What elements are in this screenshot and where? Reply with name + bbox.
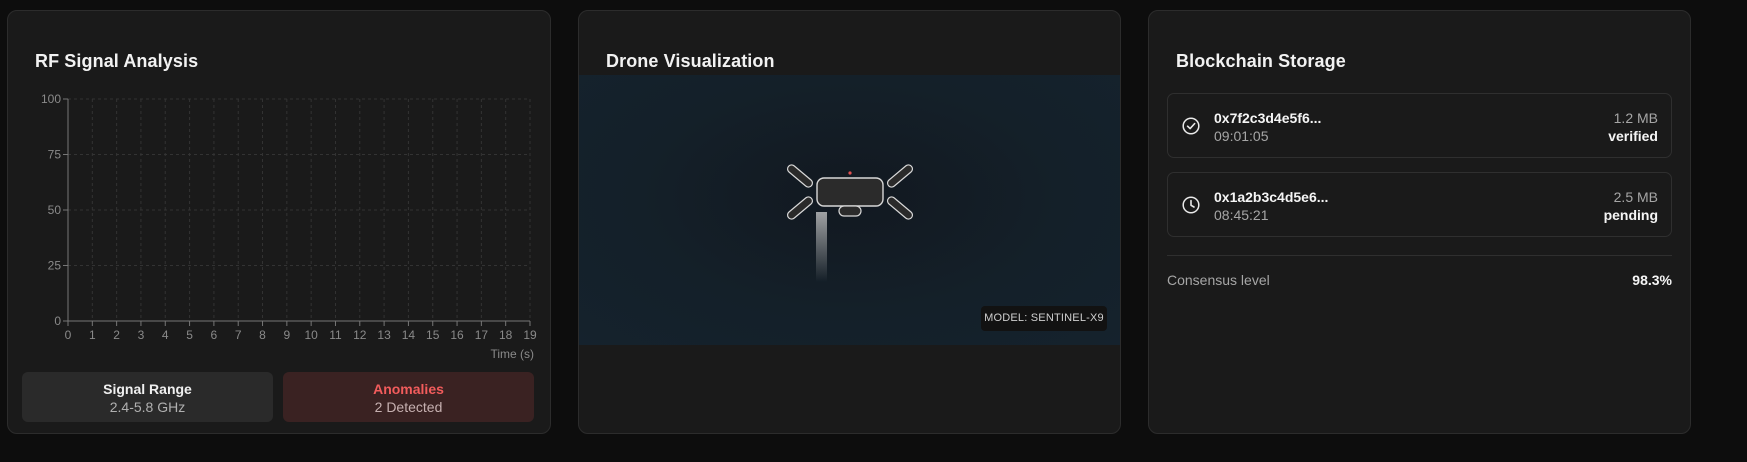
y-tick-label: 75	[48, 148, 62, 162]
drone-arm	[886, 196, 914, 220]
x-tick-label: 15	[426, 328, 440, 342]
rf-signal-card: RF Signal Analysis 0 25 50 75 100 0 1 2 3 4 5 6 7 8 9 1…	[7, 10, 551, 434]
block-size: 1.2 MB	[1613, 110, 1658, 126]
x-tick-label: 3	[138, 328, 145, 342]
y-tick-label: 50	[48, 203, 62, 217]
x-tick-label: 10	[304, 328, 318, 342]
anomalies-value: 2 Detected	[374, 399, 443, 415]
x-tick-label: 12	[353, 328, 367, 342]
block-size: 2.5 MB	[1613, 189, 1658, 205]
block-hash: 0x7f2c3d4e5f6...	[1214, 110, 1322, 126]
x-tick-label: 7	[235, 328, 242, 342]
anomalies-stat[interactable]: Anomalies 2 Detected	[283, 372, 534, 422]
drone-status-dot	[848, 171, 852, 175]
drone-arm	[886, 164, 914, 188]
y-tick-label: 0	[54, 314, 61, 328]
consensus-label: Consensus level	[1167, 272, 1270, 288]
x-axis-label: Time (s)	[490, 347, 534, 361]
x-tick-label: 4	[162, 328, 169, 342]
x-tick-label: 13	[377, 328, 391, 342]
block-time: 09:01:05	[1214, 128, 1269, 144]
x-tick-label: 11	[329, 328, 342, 342]
x-tick-label: 5	[186, 328, 193, 342]
y-tick-label: 100	[41, 92, 61, 106]
block-status: pending	[1603, 207, 1658, 223]
drone-body	[816, 177, 884, 207]
x-tick-label: 8	[259, 328, 266, 342]
blockchain-storage-card: Blockchain Storage 0x7f2c3d4e5f6... 09:0…	[1148, 10, 1691, 434]
x-tick-label: 0	[65, 328, 72, 342]
drone-viewport[interactable]: MODEL: SENTINEL-X9	[579, 75, 1120, 345]
drone-card-title: Drone Visualization	[606, 51, 775, 71]
signal-range-label: Signal Range	[103, 381, 192, 397]
model-badge: MODEL: SENTINEL-X9	[981, 306, 1107, 331]
drone-icon	[786, 164, 914, 282]
block-item[interactable]: 0x1a2b3c4d5e6... 08:45:21 2.5 MB pending	[1167, 172, 1672, 237]
drone-arm	[786, 164, 814, 188]
consensus-value: 98.3%	[1632, 272, 1672, 288]
x-tick-label: 16	[450, 328, 464, 342]
drone-beam	[816, 212, 827, 282]
x-tick-label: 2	[113, 328, 120, 342]
x-tick-label: 6	[211, 328, 218, 342]
x-tick-label: 18	[499, 328, 513, 342]
anomalies-label: Anomalies	[373, 381, 444, 397]
y-tick-label: 25	[48, 259, 62, 273]
block-status: verified	[1608, 128, 1658, 144]
x-tick-label: 9	[283, 328, 290, 342]
clock-icon	[1182, 196, 1200, 214]
block-item[interactable]: 0x7f2c3d4e5f6... 09:01:05 1.2 MB verifie…	[1167, 93, 1672, 158]
drone-arm	[786, 196, 814, 220]
block-time: 08:45:21	[1214, 207, 1269, 223]
drone-camera	[838, 205, 862, 217]
check-circle-icon	[1182, 117, 1200, 135]
x-tick-label: 14	[402, 328, 416, 342]
x-tick-label: 1	[89, 328, 96, 342]
block-hash: 0x1a2b3c4d5e6...	[1214, 189, 1329, 205]
signal-range-stat: Signal Range 2.4-5.8 GHz	[22, 372, 273, 422]
signal-range-value: 2.4-5.8 GHz	[109, 399, 186, 415]
rf-signal-chart: 02550751000 1 2 3 4 5 6 7 8 9 10 11 12 13 14 15 16 17 18 19…	[41, 92, 537, 361]
blockchain-card-title: Blockchain Storage	[1176, 51, 1346, 71]
divider	[1167, 255, 1672, 256]
x-tick-label: 19	[523, 328, 537, 342]
drone-visualization-card: Drone Visualization MODEL: SENTINEL-X9	[578, 10, 1121, 434]
x-tick-label: 17	[475, 328, 489, 342]
